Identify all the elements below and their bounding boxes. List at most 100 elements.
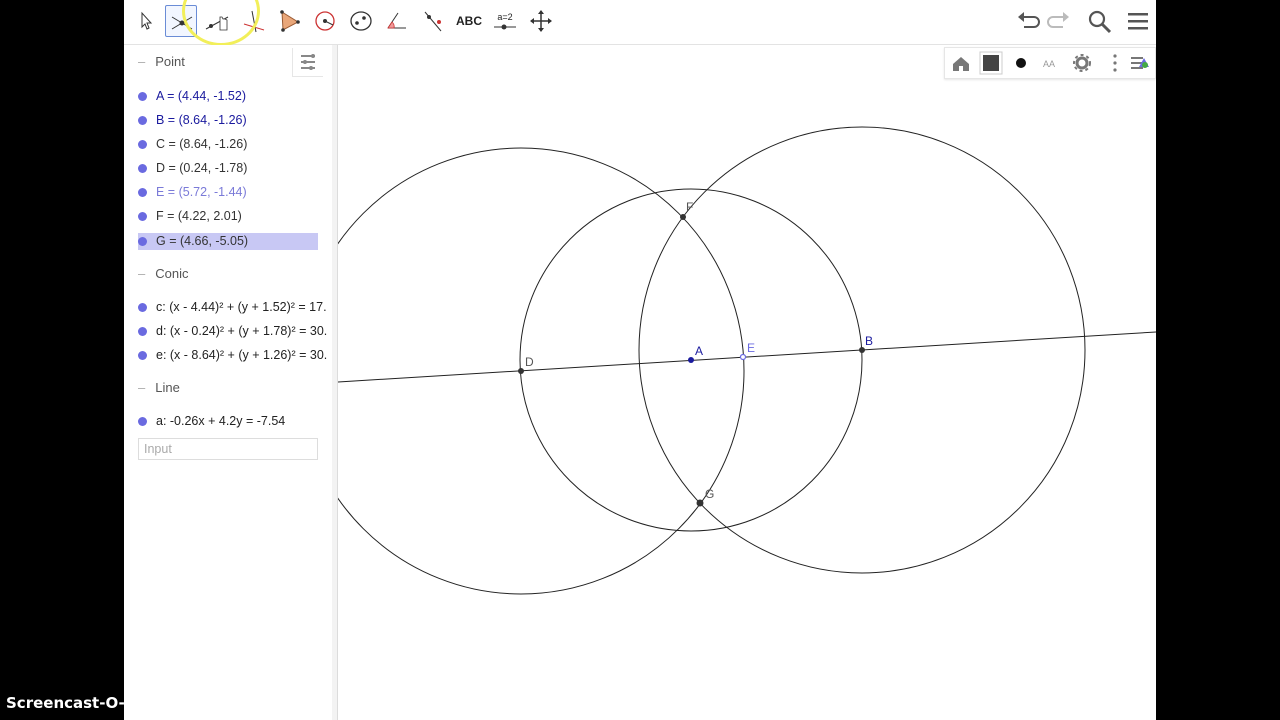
point-e[interactable] [739, 353, 747, 361]
algebra-menu-icon [301, 54, 315, 70]
collapse-icon[interactable]: – [138, 380, 145, 395]
toolbar: ABC a=2 [124, 0, 1156, 46]
visibility-dot-icon[interactable] [138, 188, 147, 197]
undo-icon [1018, 12, 1040, 28]
point-g[interactable] [696, 499, 704, 507]
angle-tool-button[interactable] [381, 5, 413, 37]
visibility-dot-icon[interactable] [138, 303, 147, 312]
font-size-button[interactable]: AA [1043, 59, 1055, 69]
category-conic-label: Conic [155, 266, 189, 281]
point-row-c[interactable]: C = (8.64, -1.26) [138, 136, 318, 153]
slider-icon [494, 24, 516, 30]
point-a-definition: A = (4.44, -1.52) [156, 89, 246, 103]
redo-icon [1047, 12, 1069, 28]
point-a[interactable] [688, 357, 694, 363]
conic-e-equation: e: (x - 8.64)² + (y + 1.26)² = 30. [156, 348, 328, 362]
point-row-b[interactable]: B = (8.64, -1.26) [138, 112, 318, 129]
label-a: A [695, 344, 703, 358]
point-style-button[interactable] [1016, 58, 1026, 68]
point-row-a[interactable]: A = (4.44, -1.52) [138, 88, 318, 105]
polygon-icon [280, 10, 300, 32]
label-g: G [705, 487, 714, 501]
main-menu-button[interactable] [1124, 8, 1152, 36]
collapse-icon[interactable]: – [138, 266, 145, 281]
circle-tool-button[interactable] [309, 5, 341, 37]
ellipse-icon [350, 11, 372, 31]
visibility-dot-icon[interactable] [138, 327, 147, 336]
visibility-dot-icon[interactable] [138, 212, 147, 221]
construction-canvas[interactable]: D A E B F G [297, 45, 1156, 720]
point-row-g[interactable]: G = (4.66, -5.05) [138, 233, 318, 250]
reflect-line-icon [424, 11, 442, 32]
point-g-definition: G = (4.66, -5.05) [156, 234, 249, 248]
point-row-e[interactable]: E = (5.72, -1.44) [138, 184, 318, 201]
category-line-label: Line [155, 380, 180, 395]
polygon-tool-button[interactable] [273, 5, 305, 37]
undo-button[interactable] [1014, 8, 1042, 36]
conic-row-e[interactable]: e: (x - 8.64)² + (y + 1.26)² = 30. [138, 347, 332, 364]
graphics-style-bar: AA [944, 47, 1156, 79]
point-b-definition: B = (8.64, -1.26) [156, 113, 247, 127]
point-row-d[interactable]: D = (0.24, -1.78) [138, 160, 318, 177]
line-a[interactable] [337, 331, 1156, 383]
geogebra-app: ABC a=2 – Point A = (4.44, -1.52) B = (8.… [124, 0, 1156, 720]
slider-tool-label: a=2 [497, 12, 513, 22]
visibility-dot-icon[interactable] [138, 92, 147, 101]
visibility-dot-icon[interactable] [138, 164, 147, 173]
category-conic-header[interactable]: – Conic [138, 264, 188, 284]
more-vertical-icon[interactable] [1113, 54, 1117, 72]
point-e-definition: E = (5.72, -1.44) [156, 185, 247, 199]
category-point-header[interactable]: – Point [138, 52, 185, 72]
reflect-tool-button[interactable] [417, 5, 449, 37]
search-button[interactable] [1086, 8, 1114, 36]
label-b: B [865, 334, 873, 348]
conic-tool-button[interactable] [345, 5, 377, 37]
visibility-dot-icon[interactable] [138, 417, 147, 426]
point-f[interactable] [680, 214, 686, 220]
line-row-a[interactable]: a: -0.26x + 4.2y = -7.54 [138, 413, 318, 430]
label-e: E [747, 341, 755, 355]
algebra-input-field[interactable]: Input [138, 438, 318, 460]
cursor-highlight [182, 0, 260, 46]
visibility-dot-icon[interactable] [138, 116, 147, 125]
angle-icon [387, 12, 406, 29]
move-graphics-tool-button[interactable] [525, 5, 557, 37]
category-point-label: Point [155, 54, 185, 69]
conic-d-equation: d: (x - 0.24)² + (y + 1.78)² = 30. [156, 324, 328, 338]
svg-text:AA: AA [1043, 59, 1055, 69]
text-tool-button[interactable]: ABC [453, 5, 485, 37]
visibility-dot-icon[interactable] [138, 140, 147, 149]
home-icon[interactable] [953, 57, 969, 71]
move-arrows-icon [530, 10, 552, 32]
conic-row-d[interactable]: d: (x - 0.24)² + (y + 1.78)² = 30. [138, 323, 332, 340]
visibility-dot-icon[interactable] [138, 351, 147, 360]
point-f-definition: F = (4.22, 2.01) [156, 209, 242, 223]
color-swatch-button[interactable] [979, 51, 1003, 75]
algebra-style-menu-button[interactable] [292, 48, 323, 77]
point-c-definition: C = (8.64, -1.26) [156, 137, 248, 151]
conic-row-c[interactable]: c: (x - 4.44)² + (y + 1.52)² = 17. [138, 299, 332, 316]
collapse-icon[interactable]: – [138, 54, 145, 69]
point-d[interactable] [518, 368, 524, 374]
search-icon [1088, 10, 1112, 34]
view-menu-icon[interactable] [1131, 57, 1149, 69]
screencast-watermark: Screencast-O-Matic.com [6, 694, 212, 712]
label-f: F [686, 200, 693, 214]
style-bar-icons: AA [953, 51, 1149, 75]
conic-c-equation: c: (x - 4.44)² + (y + 1.52)² = 17. [156, 300, 327, 314]
circle-center-point-icon [315, 11, 335, 31]
label-d: D [525, 355, 534, 369]
hamburger-menu-icon [1128, 13, 1148, 30]
redo-button[interactable] [1045, 8, 1073, 36]
graphics-view[interactable]: D A E B F G AA [297, 45, 1156, 720]
category-line-header[interactable]: – Line [138, 378, 180, 398]
point-row-f[interactable]: F = (4.22, 2.01) [138, 208, 318, 225]
line-a-equation: a: -0.26x + 4.2y = -7.54 [156, 414, 286, 428]
slider-tool-button[interactable]: a=2 [489, 5, 521, 37]
move-tool-button[interactable] [129, 5, 161, 37]
algebra-view: – Point A = (4.44, -1.52) B = (8.64, -1.2… [124, 45, 333, 720]
input-placeholder: Input [144, 442, 172, 456]
gear-icon[interactable] [1073, 54, 1091, 72]
visibility-dot-icon[interactable] [138, 237, 147, 246]
point-d-definition: D = (0.24, -1.78) [156, 161, 248, 175]
